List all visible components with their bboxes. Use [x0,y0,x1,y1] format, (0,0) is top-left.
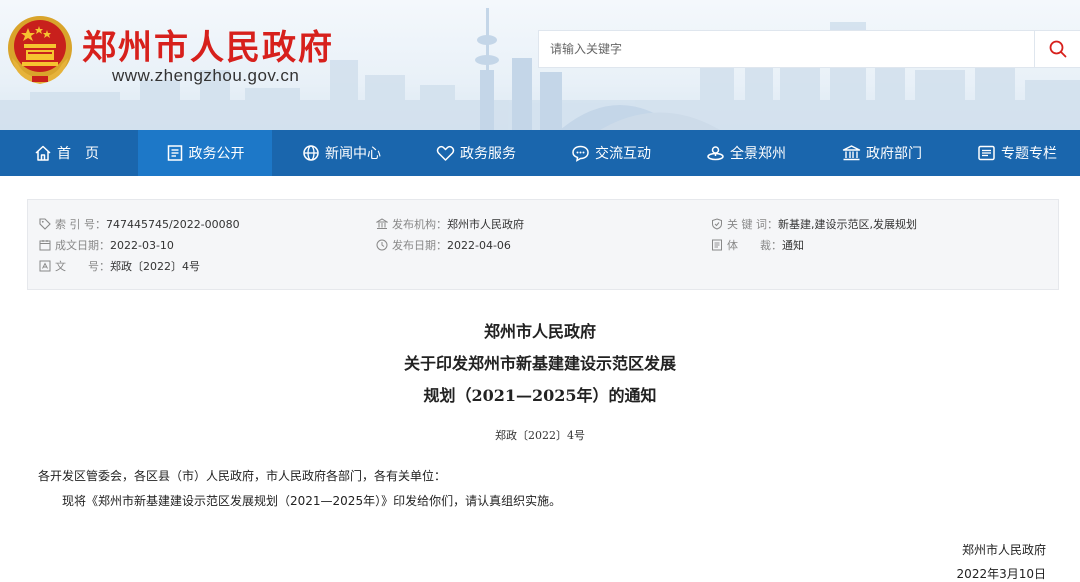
meta-published-label: 发布日期： [392,239,447,252]
panorama-icon [707,146,724,161]
globe-icon [303,145,319,161]
meta-created-label: 成文日期： [55,239,110,252]
meta-index-label: 索 引 号： [55,218,106,231]
nav-item-interaction[interactable]: 交流互动 [571,130,651,176]
document-title-line-1: 郑州市人民政府 [483,322,596,341]
institution-icon [376,218,388,229]
document-signer: 郑州市人民政府 [961,543,1046,557]
heart-icon [436,145,455,161]
nav-item-home[interactable]: 首 页 [34,130,99,176]
meta-genre-label: 体 裁： [727,239,782,252]
meta-keywords-value: 新基建,建设示范区,发展规划 [778,218,917,231]
main-nav: 首 页 政务公开 新闻中心 政务服务 交流互动 全景郑州 政府部门 专题专栏 [0,130,1080,176]
meta-published-value: 2022-04-06 [447,238,511,252]
nav-item-label: 政务服务 [460,146,516,162]
nav-item-panorama[interactable]: 全景郑州 [706,130,786,176]
meta-created-value: 2022-03-10 [110,238,174,252]
nav-item-label: 交流互动 [595,146,651,162]
meta-docno-label: 文 号： [55,260,110,273]
meta-document-number: 文 号： 郑政〔2022〕4号 [39,258,200,274]
document-paragraph: 现将《郑州市新基建建设示范区发展规划（2021—2025年）》印发给你们，请认真… [62,494,562,508]
document-title-line-3: 规划（2021—2025年）的通知 [423,386,657,405]
meta-docno-value: 郑政〔2022〕4号 [110,260,200,273]
nav-item-news[interactable]: 新闻中心 [302,130,381,176]
site-url[interactable]: www.zhengzhou.gov.cn [112,66,299,86]
document-date: 2022年3月10日 [956,567,1046,581]
nav-item-label: 首 页 [57,146,99,162]
home-icon [35,145,51,161]
clock-icon [376,239,388,251]
meta-index: 索 引 号： 747445745/2022-00080 [39,216,240,232]
nav-item-services[interactable]: 政务服务 [436,130,516,176]
nav-item-topics[interactable]: 专题专栏 [977,130,1057,176]
nav-item-label: 政府部门 [866,146,922,162]
nav-item-label: 全景郑州 [730,146,786,162]
search-icon [1049,40,1066,58]
meta-publisher-label: 发布机构： [392,218,447,231]
search-box [538,30,1034,68]
tag-icon [39,218,51,230]
nav-item-label: 专题专栏 [1001,146,1057,162]
meta-index-value: 747445745/2022-00080 [106,217,240,231]
building-icon [842,145,861,161]
nav-item-label: 新闻中心 [325,146,381,162]
site-title[interactable]: 郑州市人民政府 [82,20,334,69]
document-number: 郑政〔2022〕4号 [495,429,585,442]
search-button[interactable] [1034,30,1080,68]
meta-genre-value: 通知 [782,239,804,252]
document-icon [167,145,182,161]
meta-published-date: 发布日期： 2022-04-06 [376,237,511,253]
meta-keywords: 关 键 词： 新基建,建设示范区,发展规划 [711,216,917,232]
meta-publisher: 发布机构： 郑州市人民政府 [376,216,524,232]
meta-publisher-value: 郑州市人民政府 [447,218,524,231]
calendar-icon [39,240,51,251]
document-salutation: 各开发区管委会，各区县（市）人民政府，市人民政府各部门，各有关单位： [38,469,447,483]
meta-keywords-label: 关 键 词： [727,218,778,231]
file-icon [712,239,722,251]
meta-created-date: 成文日期： 2022-03-10 [39,237,174,253]
list-icon [978,145,995,161]
header-banner: 郑州市人民政府 www.zhengzhou.gov.cn [0,0,1080,130]
document-text-icon [39,260,51,272]
search-input[interactable] [539,31,1034,67]
meta-genre: 体 裁： 通知 [711,237,804,253]
document-title-line-2: 关于印发郑州市新基建建设示范区发展 [403,354,676,373]
chat-icon [572,145,589,162]
document-metadata-box: 索 引 号： 747445745/2022-00080 发布机构： 郑州市人民政… [27,199,1059,290]
nav-item-label: 政务公开 [188,146,245,162]
nav-item-government-affairs[interactable]: 政务公开 [138,130,272,176]
shield-icon [712,218,722,230]
nav-item-departments[interactable]: 政府部门 [842,130,922,176]
national-emblem-logo [8,16,72,84]
